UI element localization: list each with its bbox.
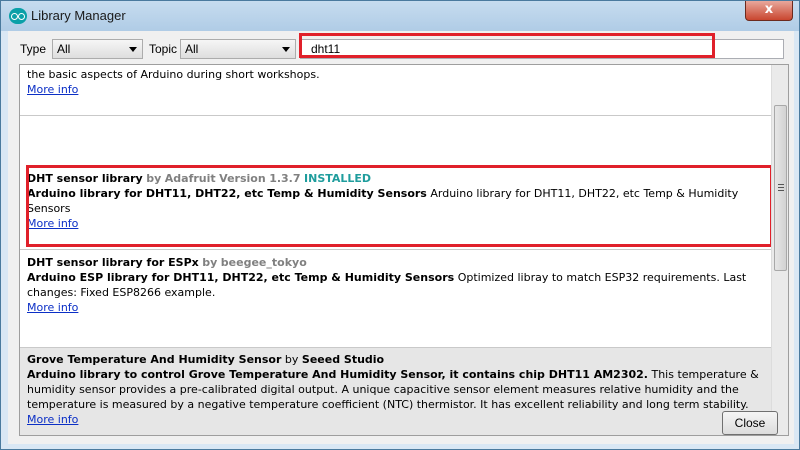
list-divider (20, 115, 771, 116)
topic-select-value: All (185, 42, 199, 56)
entry-highlight-box (26, 165, 773, 247)
more-info-link[interactable]: More info (27, 83, 78, 96)
close-button[interactable]: Close (722, 411, 778, 435)
more-info-link[interactable]: More info (27, 413, 78, 426)
type-label: Type (20, 42, 47, 56)
list-item[interactable]: the basic aspects of Arduino during shor… (20, 65, 771, 101)
list-item[interactable]: DHT sensor library for ESPx by beegee_to… (20, 251, 771, 319)
entry-by: by (202, 256, 218, 269)
entry-by: by (284, 353, 299, 366)
topic-label: Topic (149, 42, 178, 56)
list-item[interactable]: Grove Temperature And Humidity Sensor by… (20, 348, 771, 435)
entry-description: the basic aspects of Arduino during shor… (27, 67, 764, 82)
topic-select[interactable]: All (180, 39, 296, 59)
client-area: Type All Topic All dht11 the basic aspec… (8, 31, 794, 444)
list-divider (20, 249, 771, 250)
more-info-link[interactable]: More info (27, 301, 78, 314)
title-bar[interactable]: Library Manager x (1, 1, 799, 31)
library-list[interactable]: the basic aspects of Arduino during shor… (19, 64, 789, 436)
chevron-down-icon (282, 47, 290, 52)
window-title: Library Manager (31, 8, 126, 23)
entry-author: Seeed Studio (301, 353, 385, 366)
arduino-logo-icon (9, 8, 27, 24)
chevron-down-icon (129, 47, 137, 52)
entry-author: beegee_tokyo (220, 256, 307, 269)
library-manager-window: Library Manager x Type All Topic All dht… (0, 0, 800, 450)
entry-name: DHT sensor library for ESPx (27, 256, 199, 269)
vertical-scrollbar[interactable] (771, 65, 788, 435)
window-close-button[interactable]: x (745, 1, 793, 21)
entry-description-text: the basic aspects of Arduino during shor… (27, 68, 320, 81)
entry-name: Grove Temperature And Humidity Sensor (27, 353, 282, 366)
entry-summary: Arduino library to control Grove Tempera… (27, 368, 648, 381)
type-select[interactable]: All (52, 39, 143, 59)
entry-summary: Arduino ESP library for DHT11, DHT22, et… (27, 271, 455, 284)
grip-icon (778, 184, 784, 191)
search-highlight-box (299, 33, 715, 58)
scrollbar-thumb[interactable] (774, 105, 787, 271)
type-select-value: All (57, 42, 71, 56)
